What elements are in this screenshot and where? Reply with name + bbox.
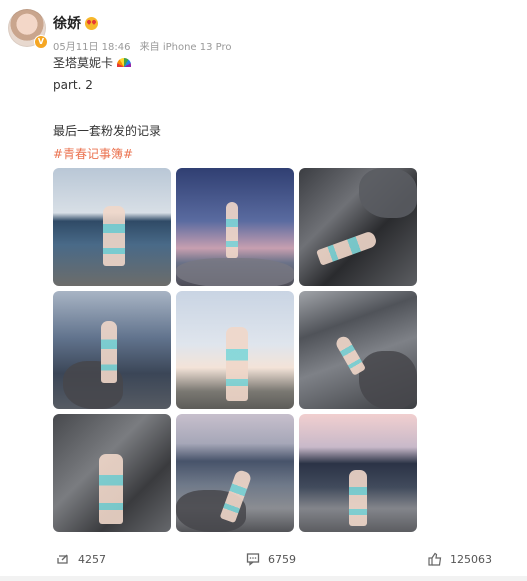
post-text-line-3: 最后一套粉发的记录 bbox=[53, 124, 162, 138]
photo-grid bbox=[53, 168, 417, 532]
like-count: 125063 bbox=[450, 552, 492, 566]
heart-eyes-emoji-icon bbox=[85, 16, 98, 30]
photo-6[interactable] bbox=[299, 291, 417, 409]
post-text-line-1: 圣塔莫妮卡 bbox=[53, 54, 132, 71]
like-button[interactable]: 125063 bbox=[428, 552, 492, 566]
post-actions-bar: 4257 6759 125063 bbox=[0, 552, 527, 572]
comment-icon bbox=[246, 553, 260, 566]
repost-icon bbox=[57, 554, 68, 564]
comment-button[interactable]: 6759 bbox=[246, 552, 296, 566]
photo-1[interactable] bbox=[53, 168, 171, 286]
photo-7[interactable] bbox=[53, 414, 171, 532]
separator-bar bbox=[0, 576, 527, 581]
photo-8[interactable] bbox=[176, 414, 294, 532]
repost-button[interactable]: 4257 bbox=[56, 552, 106, 566]
comment-count: 6759 bbox=[268, 552, 296, 566]
post-text-location: 圣塔莫妮卡 bbox=[53, 56, 114, 70]
avatar-container[interactable]: V bbox=[8, 9, 48, 49]
rainbow-emoji-icon bbox=[117, 58, 132, 67]
photo-4[interactable] bbox=[53, 291, 171, 409]
photo-9[interactable] bbox=[299, 414, 417, 532]
photo-2[interactable] bbox=[176, 168, 294, 286]
repost-count: 4257 bbox=[78, 552, 106, 566]
verified-badge-icon: V bbox=[34, 35, 48, 49]
post-meta: 05月11日 18:46 来自 iPhone 13 Pro bbox=[53, 38, 238, 53]
photo-3[interactable] bbox=[299, 168, 417, 286]
hashtag-link[interactable]: #青春记事簿# bbox=[53, 145, 133, 162]
thumbs-up-icon bbox=[428, 552, 442, 566]
post-text-line-2: part. 2 bbox=[53, 78, 93, 92]
post-date[interactable]: 05月11日 18:46 bbox=[53, 42, 130, 53]
post-author[interactable]: 徐娇 bbox=[53, 13, 98, 33]
post-source: 来自 iPhone 13 Pro bbox=[139, 42, 232, 53]
photo-5[interactable] bbox=[176, 291, 294, 409]
username-text[interactable]: 徐娇 bbox=[53, 13, 81, 33]
